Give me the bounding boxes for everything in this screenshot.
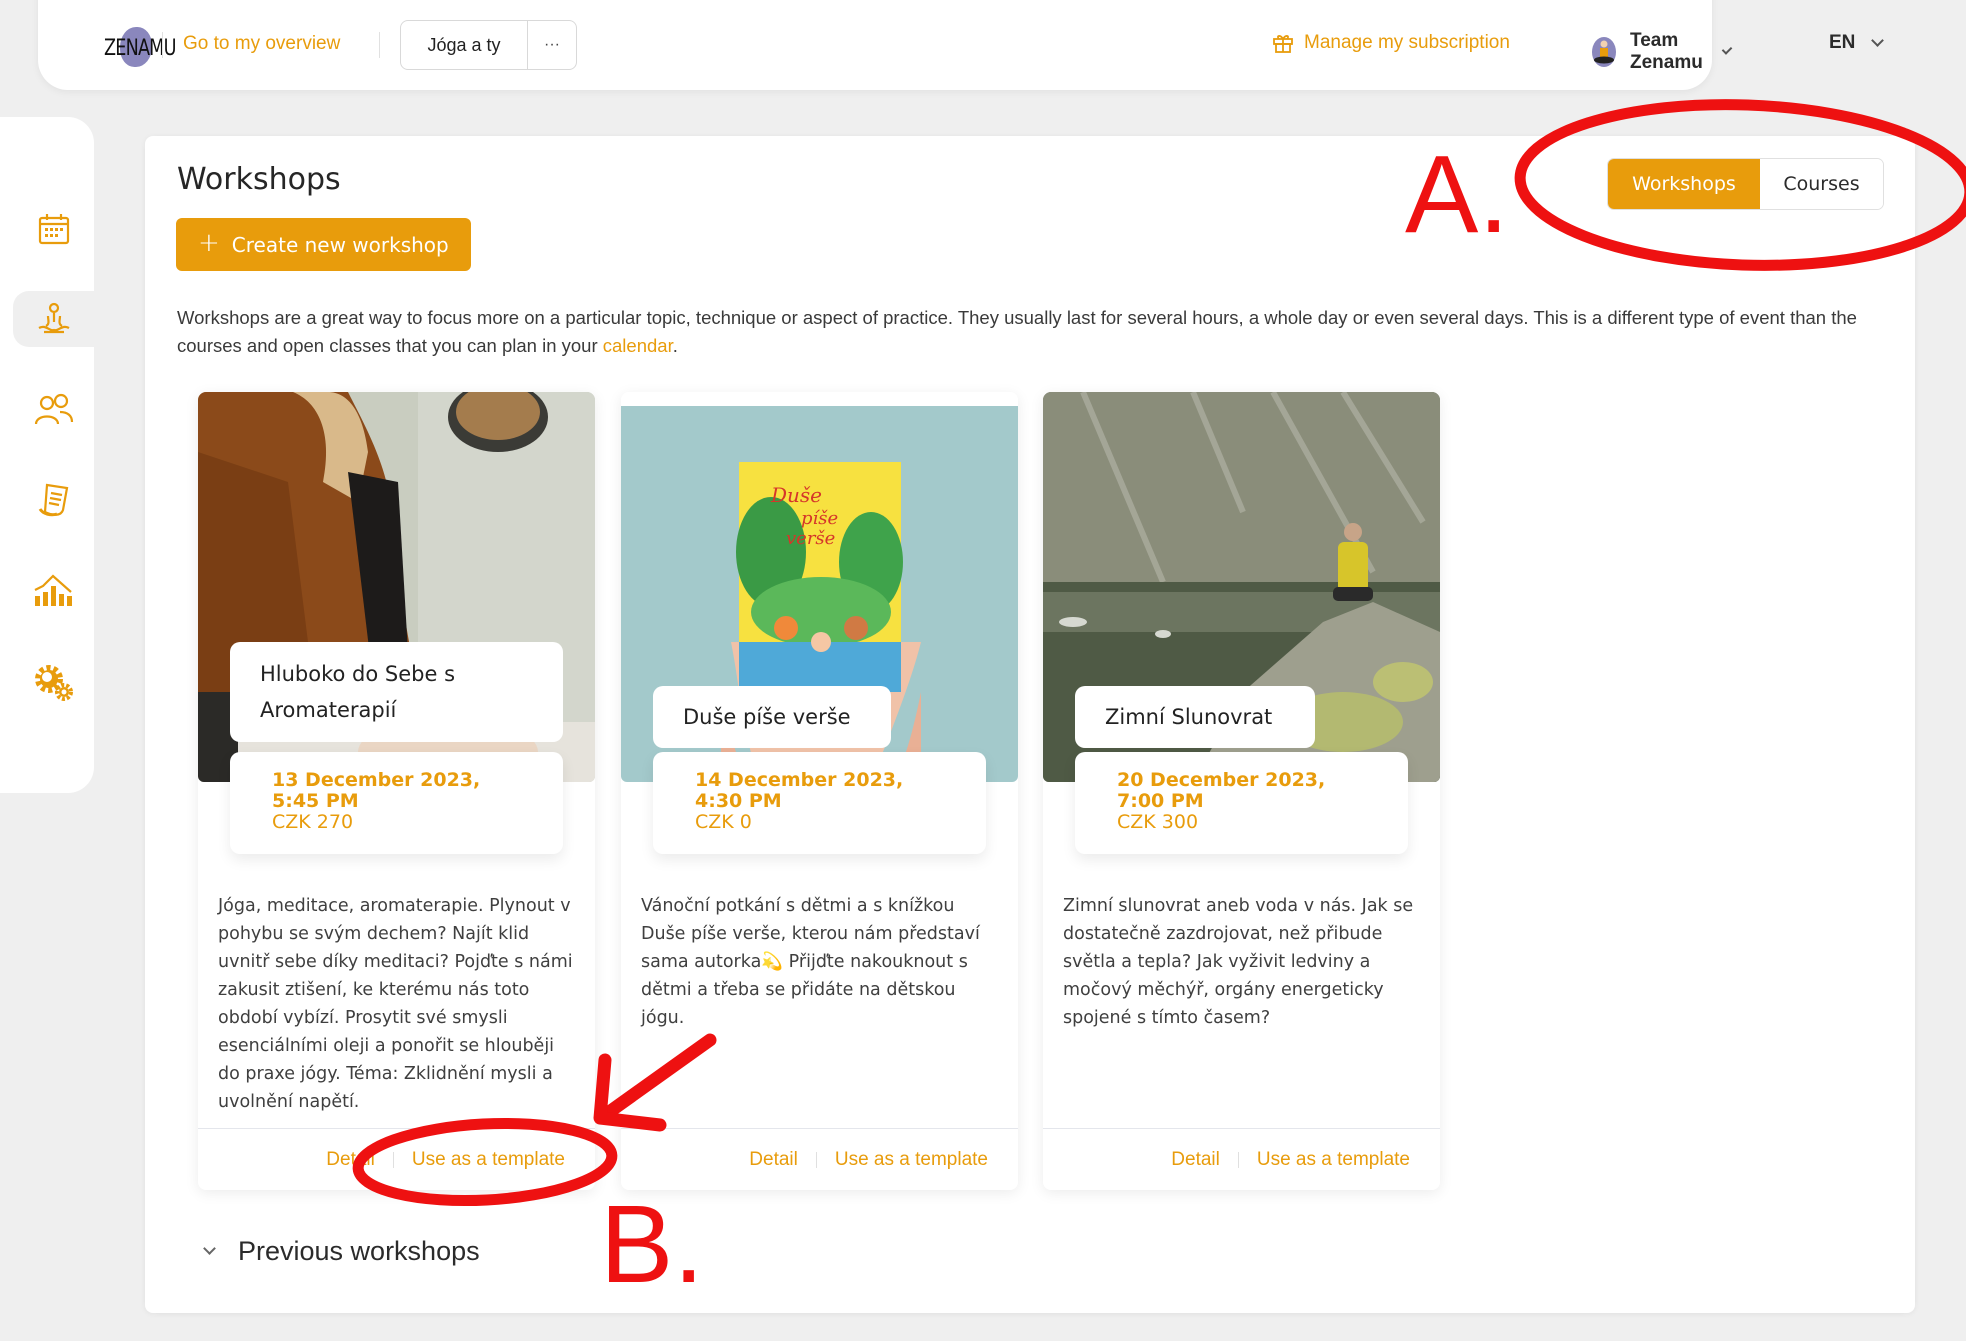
language-menu[interactable]: EN (1829, 32, 1885, 54)
svg-text:verše: verše (786, 528, 835, 549)
workshop-time: 5:45 PM (272, 790, 359, 812)
intro-body: Workshops are a great way to focus more … (177, 307, 1857, 356)
workshop-title[interactable]: Hluboko do Sebe s Aromaterapií (260, 656, 533, 728)
annotation-label-b: B. (600, 1183, 704, 1306)
sidebar (0, 117, 94, 793)
go-to-overview-link[interactable]: Go to my overview (183, 33, 340, 55)
manage-subscription-link[interactable]: Manage my subscription (1272, 32, 1510, 54)
detail-link[interactable]: Detail (749, 1149, 798, 1171)
use-as-template-link[interactable]: Use as a template (412, 1149, 565, 1171)
workshops-panel: Workshops + Create new workshop Workshop… (145, 136, 1915, 1313)
calendar-icon (38, 214, 70, 245)
sidebar-item-statistics[interactable] (14, 565, 94, 617)
workshop-title-box: Zimní Slunovrat (1075, 686, 1315, 748)
card-actions: Detail Use as a template (621, 1128, 1018, 1190)
create-workshop-label: Create new workshop (231, 232, 449, 257)
plus-icon: + (198, 228, 220, 258)
manage-subscription-label: Manage my subscription (1304, 32, 1510, 53)
divider (162, 32, 163, 58)
annotation-label-a: A. (1405, 133, 1509, 256)
meditation-icon (37, 302, 70, 334)
card-actions: Detail Use as a template (1043, 1128, 1440, 1190)
sidebar-item-calendar[interactable] (14, 203, 94, 255)
page-title: Workshops (177, 162, 341, 197)
calendar-link[interactable]: calendar (603, 335, 673, 356)
card-actions: Detail Use as a template (198, 1128, 595, 1190)
chevron-down-icon (1871, 34, 1885, 47)
chevron-down-icon (1721, 44, 1733, 55)
workshop-title[interactable]: Duše píše verše (683, 699, 851, 735)
workshop-price: CZK 0 (695, 811, 752, 833)
workshop-card: Hluboko do Sebe s Aromaterapií 13 Decemb… (198, 392, 595, 1190)
sidebar-item-settings[interactable] (14, 657, 94, 709)
gift-icon (1272, 32, 1294, 54)
chevron-down-icon (203, 1242, 216, 1255)
divider (815, 1151, 817, 1168)
workshop-price: CZK 270 (272, 811, 354, 833)
gears-icon (35, 665, 73, 701)
detail-link[interactable]: Detail (1171, 1149, 1220, 1171)
tab-workshops[interactable]: Workshops (1608, 159, 1760, 209)
workshop-date: 20 December 2023, (1117, 769, 1326, 791)
detail-link[interactable]: Detail (326, 1149, 375, 1171)
receipt-icon (38, 483, 69, 517)
workshop-date: 14 December 2023, (695, 769, 904, 791)
create-workshop-button[interactable]: + Create new workshop (176, 218, 471, 271)
use-as-template-link[interactable]: Use as a template (1257, 1149, 1410, 1171)
workshop-title-box: Hluboko do Sebe s Aromaterapií (230, 642, 563, 742)
workshop-date-box: 20 December 2023, 7:00 PM CZK 300 (1075, 752, 1408, 854)
use-as-template-link[interactable]: Use as a template (835, 1149, 988, 1171)
chart-icon (34, 574, 72, 606)
workshop-date: 13 December 2023, (272, 769, 481, 791)
workshop-description: Vánoční potkání s dětmi a s knížkou Duše… (641, 896, 980, 1028)
sidebar-item-workshops[interactable] (13, 291, 94, 347)
workshop-date-box: 13 December 2023, 5:45 PM CZK 270 (230, 752, 563, 854)
studio-switcher: Jóga a ty ··· (400, 20, 577, 70)
sidebar-item-invoices[interactable] (14, 474, 94, 526)
workshop-description: Zimní slunovrat aneb voda v nás. Jak se … (1063, 896, 1414, 1028)
workshop-card: Duše píše verše Duše píše verše 14 Decem… (621, 392, 1018, 1190)
previous-workshops-toggle[interactable]: Previous workshops (203, 1236, 480, 1267)
top-header: ZENAMU Go to my overview Jóga a ty ··· M… (38, 0, 1885, 90)
tab-courses[interactable]: Courses (1760, 159, 1883, 209)
sidebar-item-clients[interactable] (14, 383, 94, 435)
workshops-courses-toggle: Workshops Courses (1607, 158, 1884, 210)
users-icon (34, 393, 74, 425)
workshop-price: CZK 300 (1117, 811, 1199, 833)
workshop-time: 7:00 PM (1117, 790, 1204, 812)
divider (379, 32, 380, 58)
intro-text: Workshops are a great way to focus more … (177, 304, 1897, 360)
workshop-title-box: Duše píše verše (653, 686, 891, 748)
svg-text:Duše: Duše (770, 483, 822, 507)
account-menu[interactable]: Team Zenamu (1590, 30, 1733, 74)
more-options-button[interactable]: ··· (528, 21, 576, 69)
workshop-description: Jóga, meditace, aromaterapie. Plynout v … (218, 896, 573, 1112)
workshop-card: Zimní Slunovrat 20 December 2023, 7:00 P… (1043, 392, 1440, 1190)
previous-workshops-label: Previous workshops (238, 1236, 480, 1266)
divider (392, 1151, 394, 1168)
workshop-time: 4:30 PM (695, 790, 782, 812)
zenamu-logo[interactable]: ZENAMU (104, 27, 184, 67)
studio-name-button[interactable]: Jóga a ty (401, 21, 528, 69)
language-code: EN (1829, 32, 1856, 53)
divider (1237, 1151, 1239, 1168)
account-name: Team Zenamu (1630, 30, 1703, 73)
svg-text:píše: píše (801, 508, 838, 529)
account-avatar-icon (1590, 36, 1618, 68)
workshop-date-box: 14 December 2023, 4:30 PM CZK 0 (653, 752, 986, 854)
workshop-title[interactable]: Zimní Slunovrat (1105, 699, 1272, 735)
logo-text: ZENAMU (104, 36, 176, 61)
intro-end: . (672, 335, 678, 356)
